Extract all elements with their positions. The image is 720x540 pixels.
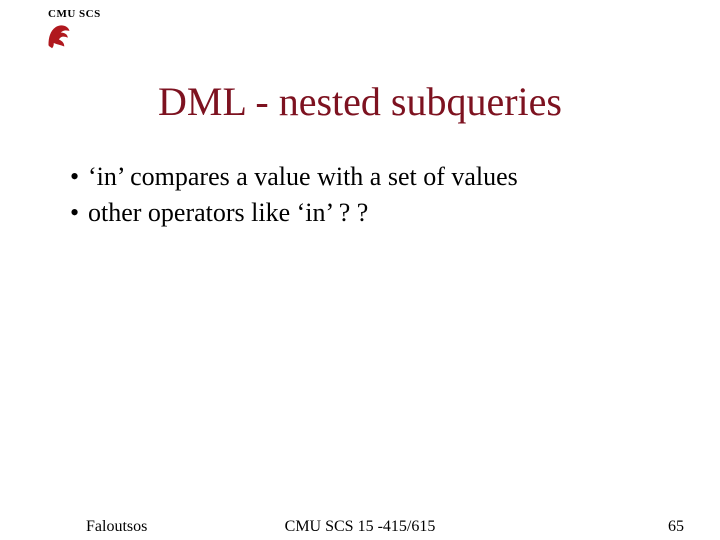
bullet-list: •‘in’ compares a value with a set of val… bbox=[70, 160, 650, 232]
dragon-logo-icon bbox=[44, 22, 74, 50]
bullet-text: ‘in’ compares a value with a set of valu… bbox=[88, 162, 518, 191]
bullet-marker-icon: • bbox=[70, 196, 88, 230]
bullet-text: other operators like ‘in’ ? ? bbox=[88, 198, 368, 227]
header-label: CMU SCS bbox=[48, 8, 101, 20]
bullet-marker-icon: • bbox=[70, 160, 88, 194]
slide-title: DML - nested subqueries bbox=[0, 78, 720, 125]
footer-slide-number: 65 bbox=[668, 518, 684, 536]
slide-header: CMU SCS bbox=[48, 8, 101, 20]
list-item: •‘in’ compares a value with a set of val… bbox=[70, 160, 650, 194]
footer-course: CMU SCS 15 -415/615 bbox=[0, 518, 720, 536]
list-item: •other operators like ‘in’ ? ? bbox=[70, 196, 650, 230]
